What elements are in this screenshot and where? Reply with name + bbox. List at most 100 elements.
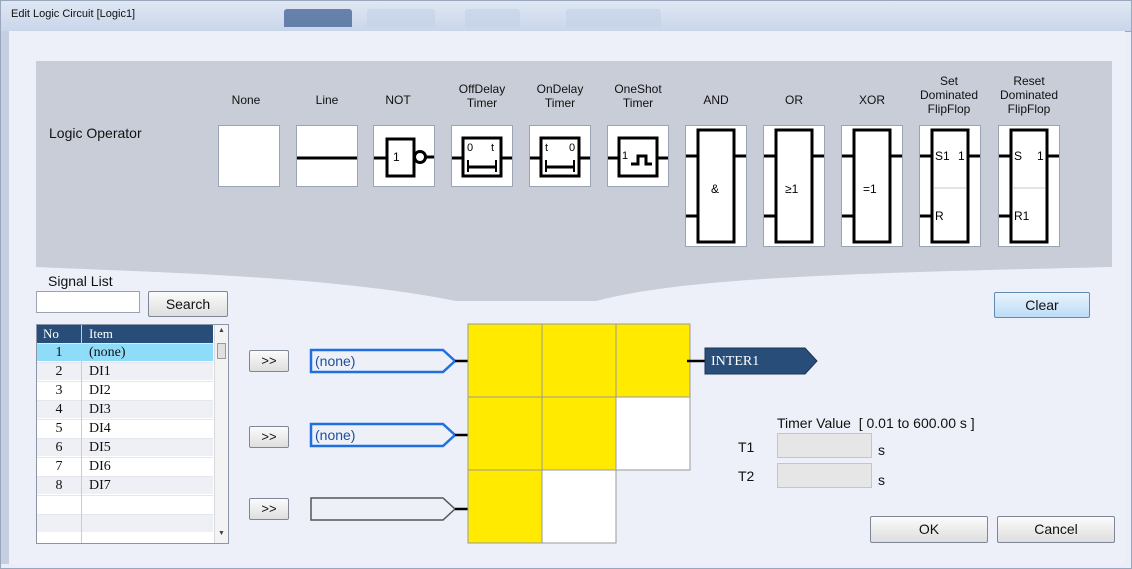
column-header-no: No [43, 326, 59, 341]
output-signal[interactable]: INTER1 [711, 354, 759, 370]
logic-grid [467, 323, 691, 544]
table-row[interactable]: 3 DI2 [37, 381, 213, 399]
t2-unit: s [878, 472, 885, 488]
row-item: DI5 [89, 440, 111, 455]
offdelay-symbol-left: 0 [467, 142, 474, 154]
table-row[interactable]: 1 (none) [37, 343, 213, 361]
window-title: Edit Logic Circuit [Logic1] [11, 8, 136, 20]
operator-or-button[interactable]: ≥1 [763, 125, 825, 247]
set-ff-q-symbol: 1 [958, 149, 965, 163]
scroll-thumb[interactable] [217, 343, 226, 359]
table-row[interactable]: 6 DI5 [37, 438, 213, 456]
ok-button[interactable]: OK [870, 516, 988, 543]
table-row[interactable] [37, 495, 213, 513]
ondelay-symbol-left: t [545, 142, 549, 154]
assign-input-3-button[interactable]: >> [249, 498, 289, 520]
oneshot-timer-icon [608, 136, 668, 178]
grid-cell[interactable] [541, 469, 617, 544]
operator-reset-flipflop-button[interactable]: S 1 R1 [998, 125, 1060, 247]
operator-label-reset-ff: Reset Dominated FlipFlop [999, 74, 1059, 116]
set-flipflop-icon [920, 128, 980, 244]
reset-ff-q-symbol: 1 [1037, 149, 1044, 163]
operator-label-offdelay: OffDelay Timer [458, 82, 506, 110]
operator-line-button[interactable] [296, 125, 358, 187]
grid-cell[interactable] [541, 323, 617, 398]
row-no: 7 [55, 459, 63, 474]
signal-search-input[interactable] [36, 291, 140, 313]
operator-label-and: AND [703, 93, 729, 107]
assign-input-1-button[interactable]: >> [249, 350, 289, 372]
offdelay-timer-icon [452, 136, 512, 178]
operator-label-none: None [231, 93, 261, 107]
xor-symbol: =1 [863, 182, 877, 196]
operator-not-button[interactable]: 1 [373, 125, 435, 187]
operator-ondelay-button[interactable]: t 0 [529, 125, 591, 187]
background-tab [566, 9, 661, 27]
grid-cell[interactable] [467, 469, 543, 544]
operator-set-flipflop-button[interactable]: S1 1 R [919, 125, 981, 247]
table-row[interactable]: 4 DI3 [37, 400, 213, 418]
grid-cell[interactable] [615, 323, 691, 398]
operator-offdelay-button[interactable]: 0 t [451, 125, 513, 187]
t1-input[interactable] [777, 433, 872, 458]
operator-oneshot-button[interactable]: 1 [607, 125, 669, 187]
row-item: DI1 [89, 364, 111, 379]
operator-xor-button[interactable]: =1 [841, 125, 903, 247]
cancel-button[interactable]: Cancel [997, 516, 1115, 543]
ondelay-symbol-right: 0 [569, 142, 576, 154]
grid-cell[interactable] [615, 396, 691, 471]
table-row[interactable]: 7 DI6 [37, 457, 213, 475]
t1-label: T1 [738, 439, 755, 455]
set-ff-s-symbol: S1 [935, 149, 950, 163]
grid-cell[interactable] [541, 396, 617, 471]
scroll-down-icon[interactable]: ▼ [218, 530, 225, 537]
edit-logic-circuit-window: Edit Logic Circuit [Logic1] Logic Operat… [0, 0, 1132, 569]
operator-none-button[interactable] [218, 125, 280, 187]
ondelay-timer-icon [530, 136, 590, 178]
reset-ff-r-symbol: R1 [1014, 209, 1030, 223]
operator-label-line: Line [315, 93, 339, 107]
input-3-tag-shape [310, 497, 469, 521]
operator-label-or: OR [785, 93, 803, 107]
table-header: No Item [37, 325, 213, 343]
set-ff-r-symbol: R [935, 209, 944, 223]
row-item: DI6 [89, 459, 111, 474]
grid-cell[interactable] [467, 323, 543, 398]
input-1-signal[interactable]: (none) [315, 353, 355, 369]
row-no: 8 [55, 478, 63, 493]
logic-operator-label: Logic Operator [49, 125, 142, 141]
not-symbol: 1 [393, 150, 400, 164]
reset-ff-s-symbol: S [1014, 149, 1023, 163]
reset-flipflop-icon [999, 128, 1059, 244]
clear-button[interactable]: Clear [994, 292, 1090, 318]
column-separator [81, 325, 82, 543]
t2-label: T2 [738, 468, 755, 484]
table-row[interactable]: 2 DI1 [37, 362, 213, 380]
offdelay-symbol-right: t [491, 142, 495, 154]
timer-label: Timer Value [777, 415, 851, 431]
table-row[interactable] [37, 514, 213, 532]
row-no: 3 [55, 383, 63, 398]
scroll-up-icon[interactable]: ▲ [218, 327, 225, 334]
title-bar[interactable]: Edit Logic Circuit [Logic1] [1, 1, 1131, 32]
operator-label-not: NOT [385, 93, 411, 107]
timer-range: [ 0.01 to 600.00 s ] [858, 415, 975, 431]
t2-input[interactable] [777, 463, 872, 488]
search-button[interactable]: Search [148, 291, 228, 317]
row-no: 5 [55, 421, 63, 436]
or-symbol: ≥1 [785, 182, 799, 196]
row-item: DI2 [89, 383, 111, 398]
row-no: 2 [55, 364, 63, 379]
not-gate-icon [374, 137, 434, 178]
table-row[interactable]: 8 DI7 [37, 476, 213, 494]
grid-cell[interactable] [467, 396, 543, 471]
row-no: 6 [55, 440, 63, 455]
window-edge [1, 31, 9, 564]
table-row[interactable]: 5 DI4 [37, 419, 213, 437]
and-symbol: & [711, 182, 720, 196]
row-no: 1 [55, 345, 63, 360]
input-2-signal[interactable]: (none) [315, 427, 355, 443]
list-scrollbar[interactable]: ▲ ▼ [214, 325, 228, 543]
assign-input-2-button[interactable]: >> [249, 426, 289, 448]
operator-and-button[interactable]: & [685, 125, 747, 247]
